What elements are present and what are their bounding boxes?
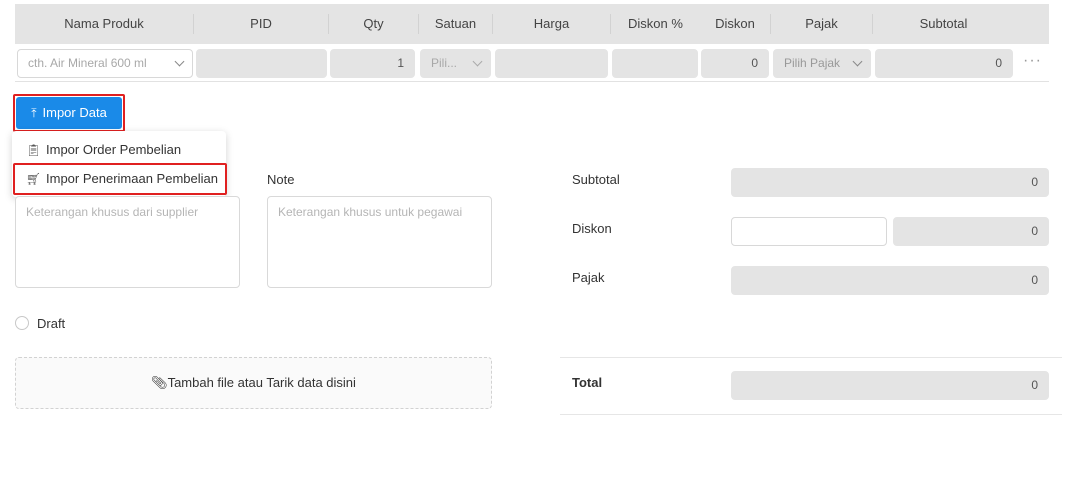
impor-data-label: Impor Data [42, 105, 107, 120]
subtotal-value: 0 [995, 56, 1002, 70]
draft-label: Draft [37, 316, 66, 331]
row-divider [15, 81, 1049, 82]
file-dropzone[interactable]: 📎︎Tambah file atau Tarik data disini [15, 357, 492, 409]
pid-input[interactable] [196, 49, 327, 78]
note-label: Note [267, 172, 295, 187]
col-header-pid: PID [250, 16, 272, 31]
menu-item-label: Impor Order Pembelian [46, 142, 182, 157]
diskon-input[interactable]: 0 [701, 49, 769, 78]
harga-input[interactable] [495, 49, 608, 78]
col-header-subtotal: Subtotal [919, 16, 968, 31]
summary-diskon-field: 0 [893, 217, 1049, 246]
pajak-select[interactable]: Pilih Pajak [773, 49, 871, 78]
summary-diskon-value: 0 [1031, 224, 1038, 238]
qty-value: 1 [397, 56, 404, 70]
summary-pajak-label: Pajak [572, 270, 605, 285]
dropzone-label: Tambah file atau Tarik data disini [167, 375, 356, 390]
note-placeholder: Keterangan khusus untuk pegawai [278, 205, 463, 219]
summary-divider [560, 357, 1062, 358]
summary-total-label: Total [572, 375, 603, 390]
clipboard-icon: 📋︎ [26, 143, 42, 157]
more-options-icon[interactable]: ··· [1023, 52, 1042, 70]
qty-input[interactable]: 1 [330, 49, 415, 78]
summary-total-value: 0 [1031, 378, 1038, 392]
col-header-qty: Qty [363, 16, 384, 31]
satuan-select[interactable]: Pili... [420, 49, 491, 78]
chevron-down-icon [852, 56, 863, 67]
menu-item-impor-order-pembelian[interactable]: 📋︎ Impor Order Pembelian [12, 135, 226, 165]
col-header-nama-produk: Nama Produk [64, 16, 144, 31]
pajak-placeholder: Pilih Pajak [784, 56, 841, 70]
summary-subtotal-value: 0 [1031, 175, 1038, 189]
paperclip-icon: 📎︎ [151, 375, 168, 390]
chevron-down-icon [472, 56, 483, 67]
supplier-notes-placeholder: Keterangan khusus dari supplier [26, 205, 199, 219]
summary-pajak-value: 0 [1031, 273, 1038, 287]
summary-subtotal-field: 0 [731, 168, 1049, 197]
supplier-notes-textarea[interactable]: Keterangan khusus dari supplier [15, 196, 240, 288]
satuan-placeholder: Pili... [431, 56, 458, 70]
diskon-persen-input[interactable] [612, 49, 698, 78]
draft-checkbox[interactable] [15, 316, 29, 330]
product-select[interactable]: cth. Air Mineral 600 ml [17, 49, 193, 78]
subtotal-input: 0 [875, 49, 1013, 78]
summary-diskon-input[interactable] [731, 217, 887, 246]
upload-icon: ⤒ [31, 106, 37, 120]
note-textarea[interactable]: Keterangan khusus untuk pegawai [267, 196, 492, 288]
product-placeholder: cth. Air Mineral 600 ml [28, 56, 147, 70]
summary-divider [560, 414, 1062, 415]
col-header-satuan: Satuan [434, 16, 477, 31]
col-header-pajak: Pajak [805, 16, 838, 31]
summary-pajak-field: 0 [731, 266, 1049, 295]
diskon-value: 0 [751, 56, 758, 70]
table-header: Nama Produk PID Qty Satuan Harga Diskon … [15, 4, 1049, 44]
impor-data-button[interactable]: ⤒ Impor Data [16, 97, 122, 129]
col-header-diskon-persen: Diskon % [628, 16, 683, 31]
col-header-harga: Harga [533, 16, 570, 31]
summary-total-field: 0 [731, 371, 1049, 400]
summary-diskon-label: Diskon [572, 221, 612, 236]
summary-subtotal-label: Subtotal [572, 172, 620, 187]
highlight-box [13, 163, 227, 195]
chevron-down-icon [174, 56, 185, 67]
col-header-diskon: Diskon [715, 16, 755, 31]
